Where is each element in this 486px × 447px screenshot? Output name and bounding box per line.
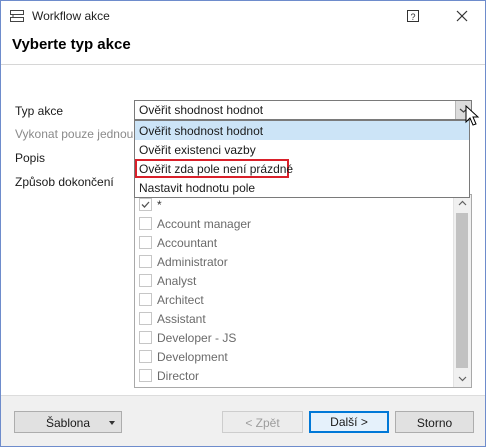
action-type-value: Ověřit shodnost hodnot bbox=[139, 103, 264, 117]
back-button-label: < Zpět bbox=[245, 416, 280, 430]
page-title: Vyberte typ akce bbox=[12, 36, 131, 53]
window-title: Workflow akce bbox=[32, 9, 110, 23]
divider bbox=[1, 64, 485, 65]
run-once-label: Vykonat pouze jednou bbox=[15, 127, 134, 141]
roles-checklist[interactable]: * Account manager Accountant Administrat… bbox=[134, 194, 472, 388]
list-item[interactable]: Analyst bbox=[135, 271, 453, 290]
help-icon[interactable]: ? bbox=[406, 9, 420, 23]
list-item[interactable]: Administrator bbox=[135, 252, 453, 271]
action-type-label: Typ akce bbox=[15, 104, 64, 118]
option-label: Nastavit hodnotu pole bbox=[139, 181, 256, 195]
dropdown-option-highlighted[interactable]: Ověřit zda pole není prázdné bbox=[135, 159, 293, 178]
checkbox[interactable] bbox=[139, 312, 152, 325]
template-dropdown-button[interactable]: Šablona bbox=[14, 411, 122, 433]
dropdown-option[interactable]: Nastavit hodnotu pole bbox=[135, 178, 469, 197]
list-item[interactable]: Developer - JS bbox=[135, 328, 453, 347]
action-type-dropdown[interactable]: Ověřit shodnost hodnot Ověřit existenci … bbox=[134, 120, 470, 198]
cancel-button-label: Storno bbox=[416, 416, 453, 430]
list-item[interactable]: Development bbox=[135, 347, 453, 366]
list-item[interactable]: Director bbox=[135, 366, 453, 385]
list-item-label: Director bbox=[157, 369, 200, 383]
scroll-down-icon[interactable] bbox=[454, 370, 471, 387]
svg-text:?: ? bbox=[410, 12, 415, 22]
next-button-label: Další > bbox=[330, 415, 368, 429]
completion-method-label: Způsob dokončení bbox=[15, 175, 114, 189]
list-item-label: Assistant bbox=[157, 312, 206, 326]
action-type-select[interactable]: Ověřit shodnost hodnot bbox=[134, 100, 472, 120]
workflow-action-dialog: Workflow akce ? Vyberte typ akce Typ akc… bbox=[0, 0, 486, 447]
checkbox[interactable] bbox=[139, 350, 152, 363]
option-label: Ověřit existenci vazby bbox=[139, 143, 256, 157]
list-item-label: Developer - JS bbox=[157, 331, 237, 345]
check-icon bbox=[141, 201, 150, 208]
scrollbar-thumb[interactable] bbox=[456, 213, 468, 368]
caret-down-icon bbox=[109, 421, 115, 425]
list-item-label: Architect bbox=[157, 293, 204, 307]
checkbox[interactable] bbox=[139, 198, 152, 211]
title-bar[interactable]: Workflow akce ? bbox=[1, 1, 485, 31]
dialog-footer: Šablona < Zpět Další > Storno bbox=[1, 395, 485, 446]
list-item-label: Account manager bbox=[157, 217, 252, 231]
checkbox[interactable] bbox=[139, 331, 152, 344]
list-item[interactable]: Assistant bbox=[135, 309, 453, 328]
checkbox[interactable] bbox=[139, 274, 152, 287]
dropdown-option[interactable]: Ověřit existenci vazby bbox=[135, 140, 469, 159]
list-item[interactable]: Accountant bbox=[135, 233, 453, 252]
checkbox[interactable] bbox=[139, 293, 152, 306]
list-item-label: Analyst bbox=[157, 274, 197, 288]
workflow-icon bbox=[10, 10, 24, 22]
list-item-label: Administrator bbox=[157, 255, 228, 269]
list-item-label: Development bbox=[157, 350, 228, 364]
list-item-label: Accountant bbox=[157, 236, 218, 250]
checkbox[interactable] bbox=[139, 369, 152, 382]
checkbox[interactable] bbox=[139, 217, 152, 230]
checkbox[interactable] bbox=[139, 236, 152, 249]
list-item-label: * bbox=[157, 198, 162, 212]
checkbox[interactable] bbox=[139, 255, 152, 268]
vertical-scrollbar[interactable] bbox=[453, 195, 471, 387]
mouse-cursor-icon bbox=[465, 105, 480, 126]
option-label: Ověřit shodnost hodnot bbox=[139, 124, 264, 138]
close-icon[interactable] bbox=[453, 7, 471, 25]
option-label: Ověřit zda pole není prázdné bbox=[139, 162, 294, 176]
back-button[interactable]: < Zpět bbox=[222, 411, 303, 433]
list-item[interactable]: Architect bbox=[135, 290, 453, 309]
dropdown-option-selected[interactable]: Ověřit shodnost hodnot bbox=[135, 121, 469, 140]
next-button[interactable]: Další > bbox=[309, 411, 389, 433]
template-button-label: Šablona bbox=[45, 416, 91, 430]
list-item[interactable]: Account manager bbox=[135, 214, 453, 233]
description-label: Popis bbox=[15, 151, 46, 165]
cancel-button[interactable]: Storno bbox=[395, 411, 474, 433]
